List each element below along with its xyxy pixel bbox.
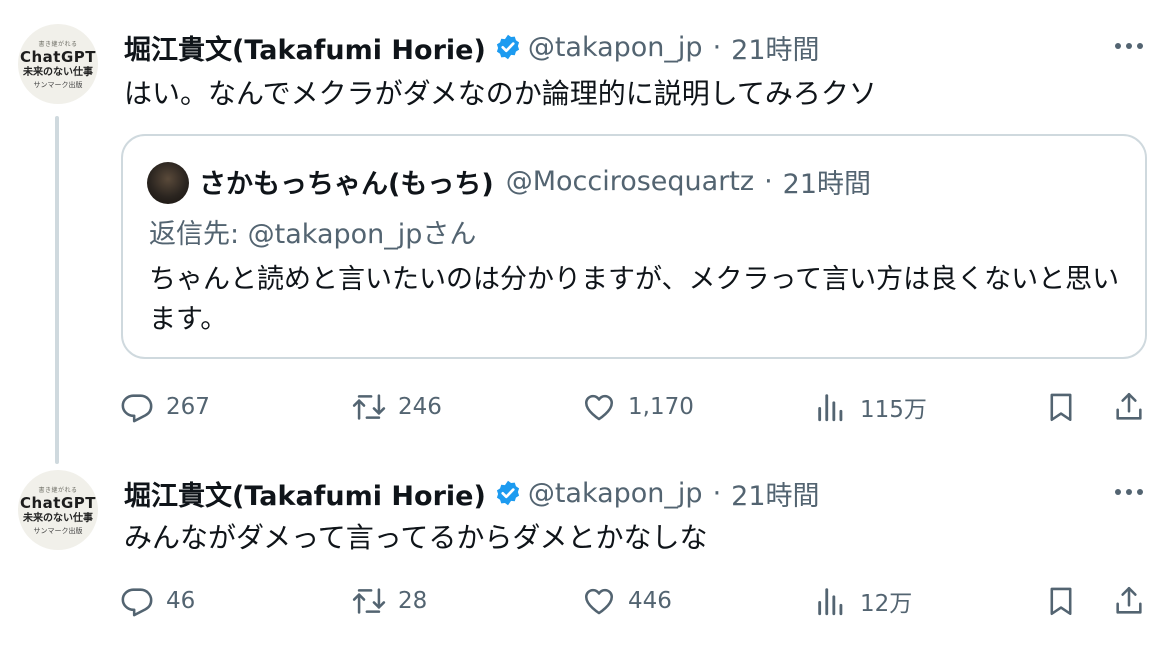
like-icon xyxy=(584,394,614,421)
retweet-button[interactable]: 28 xyxy=(352,579,427,623)
quoted-author-name: さかもっちゃん(もっち) xyxy=(199,169,494,200)
quoted-header: さかもっちゃん(もっち) @Moccirosequartz · 21時間 xyxy=(199,162,871,201)
like-button[interactable]: 446 xyxy=(582,579,672,623)
tweet-text: みんながダメって言ってるからダメとかなしな xyxy=(124,521,708,554)
quoted-timestamp: 21時間 xyxy=(782,169,872,200)
reply-button[interactable]: 46 xyxy=(120,579,195,623)
separator-dot: · xyxy=(712,477,722,509)
author-name[interactable]: 堀江貴文(Takafumi Horie) xyxy=(124,474,486,513)
timestamp[interactable]: 21時間 xyxy=(731,474,819,513)
views-count: 115万 xyxy=(860,397,927,423)
retweet-button[interactable]: 246 xyxy=(352,385,442,429)
thread-connector-line xyxy=(55,116,59,464)
retweet-icon xyxy=(352,588,386,614)
verified-badge-icon[interactable] xyxy=(494,479,522,507)
tweet-actions: 267 246 1,170 115万 xyxy=(120,385,1160,429)
views-count: 12万 xyxy=(860,591,913,617)
quoted-tweet[interactable]: さかもっちゃん(もっち) @Moccirosequartz · 21時間 返信先… xyxy=(121,134,1147,359)
tweet-header: 堀江貴文(Takafumi Horie) @takapon_jp · 21時間 xyxy=(124,28,820,66)
avatar-book-title: ChatGPT xyxy=(19,47,97,66)
quoted-author-handle: @Moccirosequartz xyxy=(505,166,755,197)
reply-icon xyxy=(121,394,153,423)
views-button[interactable]: 115万 xyxy=(814,385,927,429)
retweet-icon xyxy=(352,394,386,420)
author-name[interactable]: 堀江貴文(Takafumi Horie) xyxy=(124,28,486,67)
tweet-actions: 46 28 446 12万 xyxy=(120,579,1160,623)
retweet-count: 28 xyxy=(398,588,428,614)
like-icon xyxy=(584,588,614,615)
quoted-text: ちゃんと読めと言いたいのは分かりますが、メクラって言い方は良くないと思います。 xyxy=(149,264,1120,335)
like-count: 446 xyxy=(628,588,672,614)
separator-dot: · xyxy=(764,166,773,197)
author-handle[interactable]: @takapon_jp xyxy=(528,478,703,509)
views-icon xyxy=(818,394,843,422)
avatar-book-publisher: サンマーク出版 xyxy=(33,80,83,89)
more-icon[interactable] xyxy=(1112,480,1146,504)
avatar[interactable]: 書き継がれる ChatGPT 未来のない仕事 サンマーク出版 xyxy=(18,470,98,550)
bookmark-icon[interactable] xyxy=(1044,579,1078,623)
quoted-reply-to: 返信先: @takapon_jpさん xyxy=(149,219,477,250)
quoted-avatar[interactable] xyxy=(147,162,189,204)
reply-button[interactable]: 267 xyxy=(120,385,210,429)
like-button[interactable]: 1,170 xyxy=(582,385,694,429)
views-button[interactable]: 12万 xyxy=(814,579,912,623)
timestamp[interactable]: 21時間 xyxy=(731,28,819,67)
separator-dot: · xyxy=(712,31,722,63)
more-icon[interactable] xyxy=(1112,34,1146,58)
verified-badge-icon[interactable] xyxy=(494,33,522,61)
like-count: 1,170 xyxy=(628,394,694,420)
avatar[interactable]: 書き継がれる ChatGPT 未来のない仕事 サンマーク出版 xyxy=(18,24,98,104)
avatar-book-title: ChatGPT xyxy=(19,493,97,512)
share-icon[interactable] xyxy=(1112,385,1146,429)
reply-icon xyxy=(121,588,153,617)
reply-count: 267 xyxy=(166,394,210,420)
tweet-text: はい。なんでメクラがダメなのか論理的に説明してみろクソ xyxy=(124,77,877,110)
views-icon xyxy=(818,588,843,616)
tweet-header: 堀江貴文(Takafumi Horie) @takapon_jp · 21時間 xyxy=(124,474,820,512)
avatar-book-subtitle: 未来のない仕事 xyxy=(23,66,93,78)
share-icon[interactable] xyxy=(1112,579,1146,623)
avatar-book-subtitle: 未来のない仕事 xyxy=(23,512,93,524)
author-handle[interactable]: @takapon_jp xyxy=(528,32,703,63)
reply-count: 46 xyxy=(166,588,196,614)
avatar-book-publisher: サンマーク出版 xyxy=(33,526,83,535)
bookmark-icon[interactable] xyxy=(1044,385,1078,429)
retweet-count: 246 xyxy=(398,394,442,420)
